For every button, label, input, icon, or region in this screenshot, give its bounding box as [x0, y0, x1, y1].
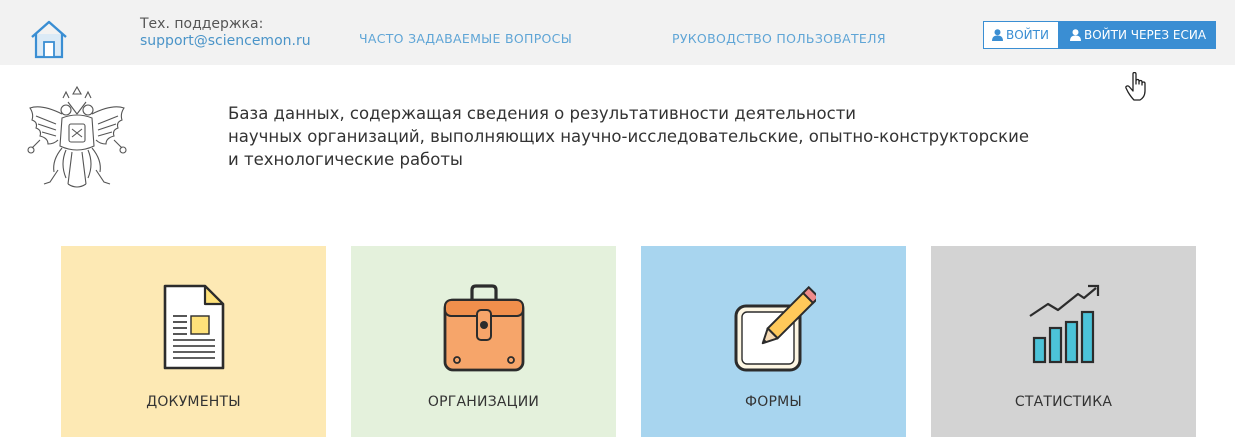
statistics-chart-icon — [1028, 284, 1099, 364]
home-icon — [31, 20, 67, 59]
site-description-line-2: научных организаций, выполняющих научно-… — [228, 127, 1029, 146]
tile-organizations[interactable]: ОРГАНИЗАЦИИ — [351, 246, 616, 437]
support-email-link[interactable]: support@sciencemon.ru — [140, 33, 311, 50]
briefcase-icon — [443, 284, 524, 372]
nav-faq-link[interactable]: ЧАСТО ЗАДАВАЕМЫЕ ВОПРОСЫ — [359, 31, 572, 46]
tile-statistics-label: СТАТИСТИКА — [1014, 394, 1113, 410]
support-contact: Тех. поддержка: support@sciencemon.ru — [140, 16, 311, 50]
russian-coat-of-arms-icon — [27, 85, 127, 188]
tile-organizations-label: ОРГАНИЗАЦИИ — [427, 394, 540, 410]
login-button-label: ВОЙТИ — [1006, 28, 1049, 42]
home-button[interactable] — [29, 17, 69, 61]
user-icon — [992, 29, 1003, 41]
login-buttons: ВОЙТИ ВОЙТИ ЧЕРЕЗ ЕСИА — [983, 21, 1217, 49]
top-bar: Тех. поддержка: support@sciencemon.ru ЧА… — [0, 0, 1235, 65]
tile-forms[interactable]: ФОРМЫ — [641, 246, 906, 437]
tile-documents-label: ДОКУМЕНТЫ — [146, 394, 241, 410]
login-button[interactable]: ВОЙТИ — [983, 21, 1059, 49]
nav-guide-link[interactable]: РУКОВОДСТВО ПОЛЬЗОВАТЕЛЯ — [672, 31, 886, 46]
site-description: База данных, содержащая сведения о резул… — [228, 102, 1218, 171]
site-description-line-1: База данных, содержащая сведения о резул… — [228, 104, 857, 123]
support-label: Тех. поддержка: — [140, 16, 264, 32]
site-description-line-3: и технологические работы — [228, 150, 463, 169]
tile-forms-label: ФОРМЫ — [745, 394, 802, 410]
esia-login-button-label: ВОЙТИ ЧЕРЕЗ ЕСИА — [1083, 28, 1207, 42]
document-icon — [163, 284, 224, 370]
tile-statistics[interactable]: СТАТИСТИКА — [931, 246, 1196, 437]
hand-cursor-icon — [1125, 72, 1146, 101]
user-icon — [1069, 29, 1081, 41]
tile-documents[interactable]: ДОКУМЕНТЫ — [61, 246, 326, 437]
form-pencil-icon — [734, 285, 816, 372]
esia-login-button[interactable]: ВОЙТИ ЧЕРЕЗ ЕСИА — [1058, 21, 1217, 49]
